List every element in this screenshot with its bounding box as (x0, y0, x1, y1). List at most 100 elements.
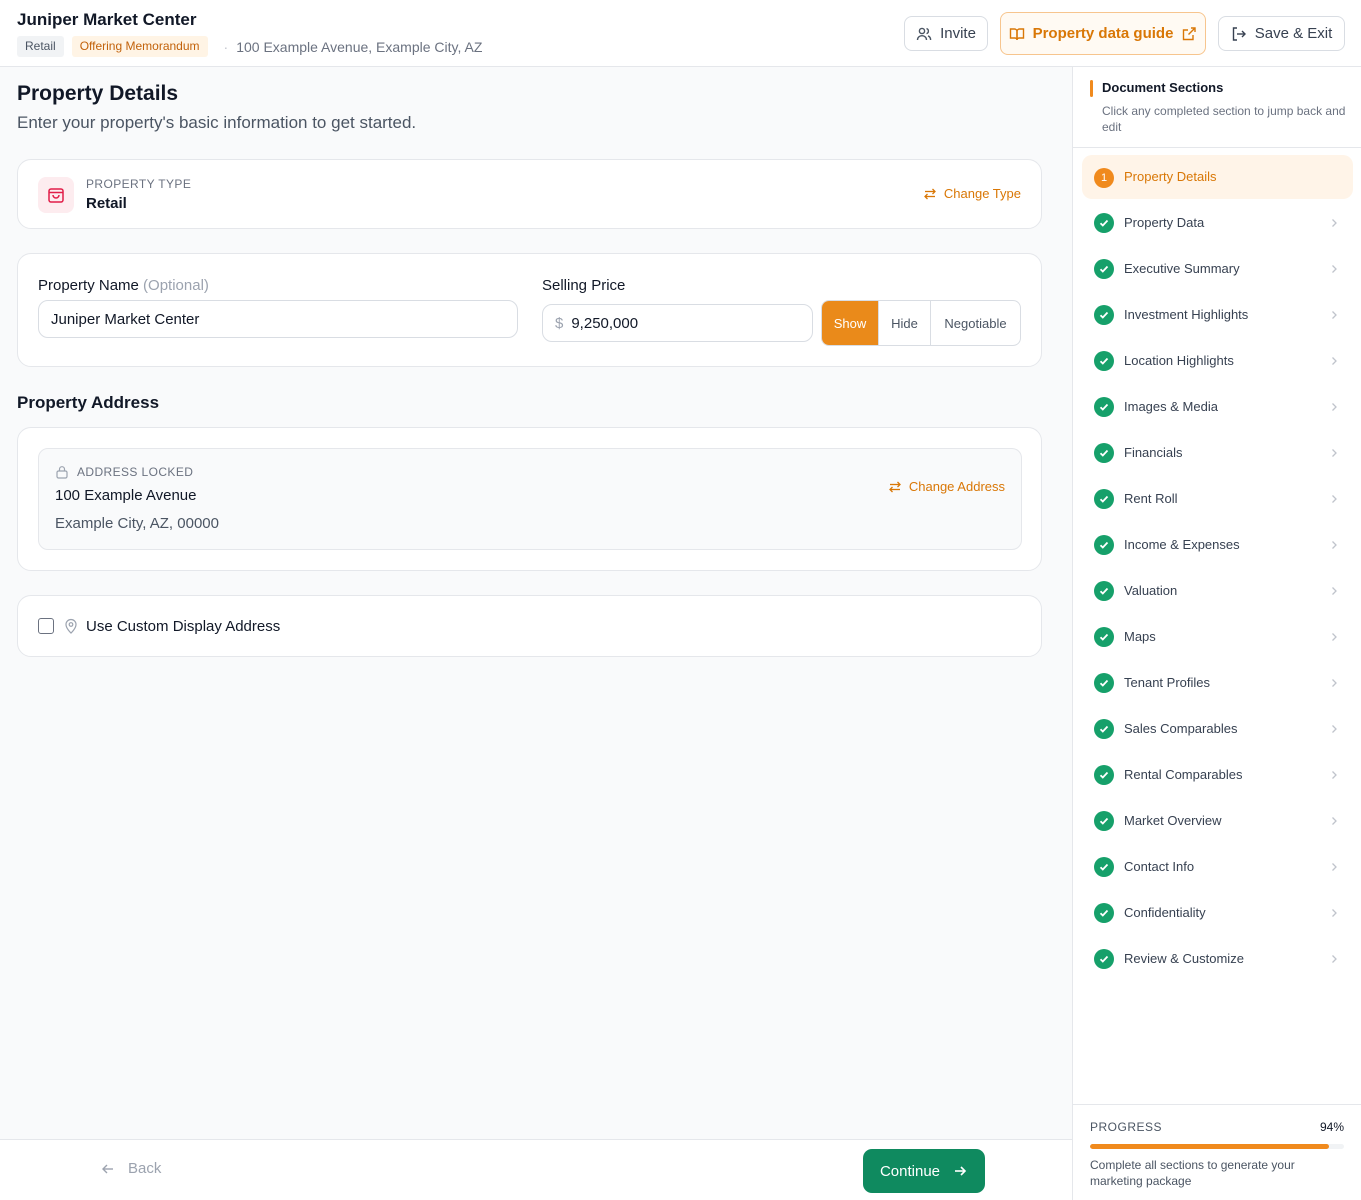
sidebar-item-investment-highlights[interactable]: Investment Highlights (1082, 293, 1353, 337)
sidebar-item-income-and-expenses[interactable]: Income & Expenses (1082, 523, 1353, 567)
check-circle-icon (1094, 397, 1114, 417)
progress-panel: PROGRESS 94% Complete all sections to ge… (1073, 1104, 1361, 1200)
change-address-label: Change Address (908, 479, 1005, 494)
check-circle-icon (1094, 213, 1114, 233)
custom-address-label: Use Custom Display Address (86, 618, 281, 635)
sidebar-item-maps[interactable]: Maps (1082, 615, 1353, 659)
progress-bar (1090, 1144, 1344, 1149)
chevron-right-icon (1329, 354, 1339, 372)
sidebar-item-label: Income & Expenses (1124, 537, 1240, 552)
document-title: Juniper Market Center (17, 10, 197, 29)
sidebar-item-label: Property Data (1124, 215, 1205, 230)
sidebar-item-market-overview[interactable]: Market Overview (1082, 799, 1353, 843)
chevron-right-icon (1329, 262, 1339, 280)
arrow-right-icon (955, 1166, 967, 1176)
invite-button[interactable]: Invite (904, 16, 988, 51)
swap-icon (888, 481, 901, 492)
currency-symbol: $ (555, 314, 564, 332)
progress-bar-fill (1090, 1144, 1329, 1149)
chevron-right-icon (1329, 722, 1339, 740)
save-exit-button[interactable]: Save & Exit (1218, 16, 1345, 51)
property-type-label: PROPERTY TYPE (86, 177, 192, 191)
check-circle-icon (1094, 489, 1114, 509)
check-circle-icon (1094, 811, 1114, 831)
back-label: Back (128, 1160, 162, 1177)
sidebar-item-rental-comparables[interactable]: Rental Comparables (1082, 753, 1353, 797)
sidebar-item-label: Property Details (1124, 169, 1217, 184)
sidebar-item-property-data[interactable]: Property Data (1082, 201, 1353, 245)
property-name-label-text: Property Name (38, 277, 139, 294)
sidebar-item-label: Tenant Profiles (1124, 675, 1210, 690)
custom-address-checkbox[interactable] (38, 618, 54, 634)
sidebar-item-property-details[interactable]: 1 Property Details (1082, 155, 1353, 199)
progress-note: Complete all sections to generate your m… (1090, 1158, 1295, 1188)
property-data-guide-button[interactable]: Property data guide (1000, 12, 1206, 55)
sidebar-title: Document Sections (1102, 80, 1224, 95)
guide-label: Property data guide (1032, 25, 1174, 42)
document-sections-sidebar: Document Sections Click any completed se… (1073, 67, 1361, 1200)
chevron-right-icon (1329, 814, 1339, 832)
sidebar-item-label: Maps (1124, 629, 1156, 644)
address-locked-row: ADDRESS LOCKED (55, 465, 193, 479)
check-circle-icon (1094, 581, 1114, 601)
sidebar-item-label: Confidentiality (1124, 905, 1206, 920)
chevron-right-icon (1329, 308, 1339, 326)
change-type-button[interactable]: Change Type (923, 186, 1021, 201)
sidebar-item-review-and-customize[interactable]: Review & Customize (1082, 937, 1353, 981)
check-circle-icon (1094, 305, 1114, 325)
sidebar-item-contact-info[interactable]: Contact Info (1082, 845, 1353, 889)
change-type-label: Change Type (943, 186, 1021, 201)
sidebar-item-rent-roll[interactable]: Rent Roll (1082, 477, 1353, 521)
property-name-label: Property Name (Optional) (38, 277, 209, 294)
sidebar-item-confidentiality[interactable]: Confidentiality (1082, 891, 1353, 935)
sidebar-item-executive-summary[interactable]: Executive Summary (1082, 247, 1353, 291)
change-address-button[interactable]: Change Address (888, 479, 1005, 494)
chevron-right-icon (1329, 676, 1339, 694)
check-circle-icon (1094, 903, 1114, 923)
sidebar-item-label: Images & Media (1124, 399, 1218, 414)
sidebar-item-label: Rent Roll (1124, 491, 1178, 506)
continue-label: Continue (879, 1162, 941, 1180)
progress-value: 94% (1319, 1120, 1344, 1134)
accent-bar (1090, 80, 1093, 97)
header-meta: Retail Offering Memorandum · 100 Example … (17, 36, 482, 57)
chevron-right-icon (1329, 906, 1339, 924)
property-type-card: PROPERTY TYPE Retail Change Type (17, 159, 1042, 229)
sidebar-item-location-highlights[interactable]: Location Highlights (1082, 339, 1353, 383)
address-line-1: 100 Example Avenue (55, 487, 197, 504)
book-open-icon (1009, 27, 1024, 40)
save-exit-label: Save & Exit (1254, 25, 1333, 42)
check-circle-icon (1094, 719, 1114, 739)
price-negotiable-option[interactable]: Negotiable (931, 301, 1020, 345)
property-name-input[interactable]: Juniper Market Center (38, 300, 518, 338)
price-show-option[interactable]: Show (822, 301, 879, 345)
chevron-right-icon (1329, 768, 1339, 786)
sidebar-item-sales-comparables[interactable]: Sales Comparables (1082, 707, 1353, 751)
back-button[interactable]: Back (100, 1160, 161, 1177)
chevron-right-icon (1329, 860, 1339, 878)
sidebar-item-label: Market Overview (1124, 813, 1222, 828)
sidebar-item-tenant-profiles[interactable]: Tenant Profiles (1082, 661, 1353, 705)
sidebar-item-financials[interactable]: Financials (1082, 431, 1353, 475)
sidebar-item-images-and-media[interactable]: Images & Media (1082, 385, 1353, 429)
optional-hint: (Optional) (143, 277, 209, 294)
address-line-2: Example City, AZ, 00000 (55, 515, 219, 532)
sidebar-item-label: Review & Customize (1124, 951, 1244, 966)
top-header: Juniper Market Center Retail Offering Me… (0, 0, 1361, 67)
check-circle-icon (1094, 673, 1114, 693)
selling-price-label: Selling Price (542, 277, 626, 294)
logout-icon (1232, 26, 1246, 41)
separator-dot: · (223, 38, 229, 55)
price-hide-option[interactable]: Hide (879, 301, 931, 345)
sidebar-item-label: Location Highlights (1124, 353, 1234, 368)
continue-button[interactable]: Continue (863, 1149, 985, 1193)
arrow-left-icon (102, 1164, 113, 1173)
property-fields-card: Property Name (Optional) Juniper Market … (17, 253, 1042, 367)
chevron-right-icon (1329, 400, 1339, 418)
shopping-bag-icon (38, 177, 74, 213)
price-visibility-toggle: Show Hide Negotiable (821, 300, 1021, 346)
selling-price-input[interactable]: $ 9,250,000 (542, 304, 813, 342)
check-circle-icon (1094, 351, 1114, 371)
sidebar-item-valuation[interactable]: Valuation (1082, 569, 1353, 613)
sidebar-item-label: Contact Info (1124, 859, 1195, 874)
